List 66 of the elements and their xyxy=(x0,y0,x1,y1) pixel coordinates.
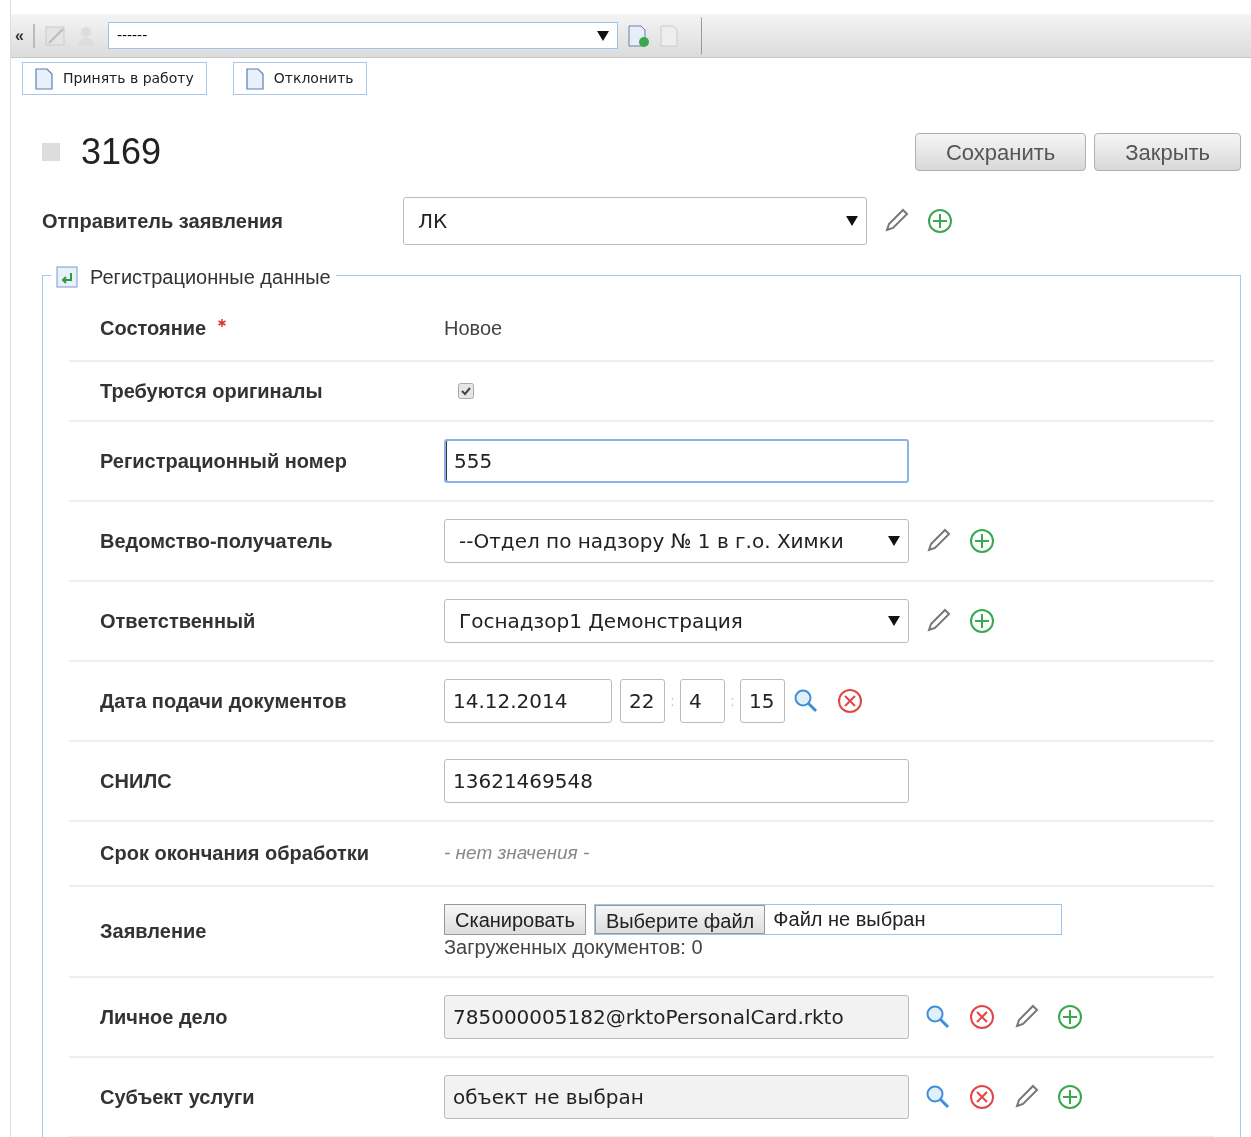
choose-file-button[interactable]: Выберите файл xyxy=(594,904,766,934)
file-field[interactable]: Выберите файл Файл не выбран xyxy=(593,903,1062,935)
field-label: Срок окончания обработки xyxy=(100,841,370,866)
pencil-icon[interactable] xyxy=(1013,1083,1039,1110)
dropdown-arrow-icon xyxy=(596,30,609,41)
add-icon[interactable] xyxy=(1057,1083,1083,1110)
document-status-icon xyxy=(41,142,61,162)
scan-button[interactable]: Сканировать xyxy=(444,903,586,935)
collapse-button[interactable]: « xyxy=(15,23,24,48)
add-icon[interactable] xyxy=(969,528,995,554)
document-icon xyxy=(35,67,53,90)
field-label: Субъект услуги xyxy=(100,1084,255,1109)
upload-count: Загруженных документов: 0 xyxy=(444,934,704,959)
input-field[interactable]: 13621469548 xyxy=(444,759,909,803)
select-field[interactable]: Госнадзор1 Демонстрация xyxy=(444,599,909,643)
pencil-icon[interactable] xyxy=(1013,1003,1039,1030)
field-label: Ответственный xyxy=(100,609,256,633)
lookup-field: 785000005182@rktoPersonalCard.rkto xyxy=(444,994,909,1039)
search-icon[interactable] xyxy=(793,688,819,714)
time-field[interactable]: 4 xyxy=(680,679,725,723)
action-button[interactable]: Принять в работу xyxy=(22,62,207,95)
action-button[interactable]: Отклонить xyxy=(232,62,367,95)
dropdown-arrow-icon xyxy=(846,216,858,226)
header-button[interactable]: Закрыть xyxy=(1094,133,1241,171)
lookup-field: объект не выбран xyxy=(444,1074,909,1119)
clear-icon[interactable] xyxy=(837,688,863,714)
empty-value: - нет значения - xyxy=(444,841,590,865)
field-label: Состояние xyxy=(100,316,207,340)
add-icon[interactable] xyxy=(1057,1003,1083,1030)
header-button[interactable]: Сохранить xyxy=(914,133,1087,171)
file-status: Файл не выбран xyxy=(773,907,926,932)
field-label: Заявление xyxy=(100,919,207,943)
pencil-icon[interactable] xyxy=(925,528,951,554)
add-icon[interactable] xyxy=(927,208,953,234)
document-icon xyxy=(245,67,264,90)
search-icon[interactable] xyxy=(925,1083,951,1110)
input-field[interactable]: 555 xyxy=(444,439,909,483)
required-icon xyxy=(218,319,227,327)
clear-icon[interactable] xyxy=(969,1003,995,1030)
field-label: Требуются оригиналы xyxy=(100,379,323,403)
date-field[interactable]: 14.12.2014 xyxy=(444,679,612,723)
record-number: 3169 xyxy=(81,130,162,174)
time-field[interactable]: 22 xyxy=(620,679,665,723)
time-separator: : xyxy=(669,691,676,711)
field-label: Личное дело xyxy=(100,1004,228,1029)
document-add-icon[interactable] xyxy=(625,23,650,48)
collapse-section-icon[interactable] xyxy=(56,266,78,288)
field-label: СНИЛС xyxy=(100,769,172,793)
section-title: Регистрационные данные xyxy=(90,265,331,290)
field-label: Регистрационный номер xyxy=(100,449,347,473)
field-label: Дата подачи документов xyxy=(100,689,347,713)
add-icon[interactable] xyxy=(969,608,995,634)
search-icon[interactable] xyxy=(925,1003,951,1030)
dropdown-arrow-icon xyxy=(888,536,900,546)
pencil-icon[interactable] xyxy=(883,208,909,234)
pencil-icon[interactable] xyxy=(925,608,951,634)
select-field[interactable]: ЛК xyxy=(403,197,867,245)
field-value: Новое xyxy=(444,316,503,341)
time-separator: : xyxy=(729,691,736,711)
field-label: Отправитель заявления xyxy=(42,209,284,234)
clear-icon[interactable] xyxy=(969,1083,995,1110)
time-field[interactable]: 15 xyxy=(740,679,785,723)
toolbar-select[interactable]: ------ xyxy=(107,22,618,49)
dropdown-arrow-icon xyxy=(888,616,900,626)
select-field[interactable]: --Отдел по надзору № 1 в г.о. Химки xyxy=(444,519,909,563)
field-label: Ведомство-получатель xyxy=(100,529,333,553)
